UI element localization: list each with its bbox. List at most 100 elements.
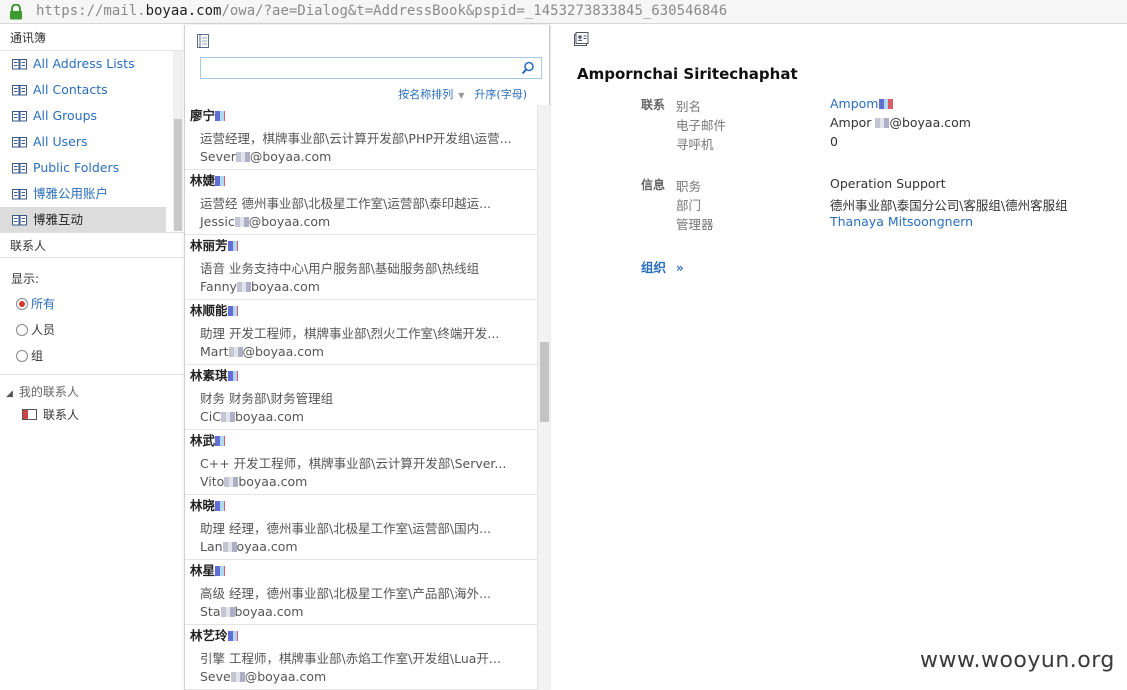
contacts-folder-item[interactable]: 联系人 <box>0 400 184 423</box>
organization-toggle[interactable]: 组织 » <box>641 257 684 276</box>
search-icon[interactable] <box>521 61 535 75</box>
url-prefix: https://mail. <box>36 3 146 19</box>
filter-radio[interactable]: 组 <box>0 343 184 369</box>
address-list-label: All Users <box>33 134 88 149</box>
manager-label: 管理器 <box>676 217 714 232</box>
contact-list-name: 林艺玲 <box>190 625 238 644</box>
contact-list-item[interactable]: 林晓助理 经理，德州事业部\北极星工作室\运营部\国内... Lan oyaa.co… <box>185 495 537 560</box>
sort-bar: 按名称排列 ▼ 升序(字母) <box>398 86 527 102</box>
alias-value[interactable]: Ampom <box>830 96 893 111</box>
my-contacts-group-label: 我的联系人 <box>18 385 79 399</box>
address-book-icon[interactable] <box>196 33 210 49</box>
contact-list: 廖宁 运营经理，棋牌事业部\云计算开发部\PHP开发组\运营... Sever @bo… <box>185 105 537 690</box>
browser-address-bar[interactable]: https://mail.boyaa.com/owa/?ae=Dialog&t=… <box>0 0 1127 24</box>
filter-label: 所有 <box>31 297 56 311</box>
address-list-label: All Contacts <box>33 82 108 97</box>
address-list-label: 博雅互动 <box>33 212 84 227</box>
filter-radio[interactable]: 所有 <box>0 291 184 317</box>
address-book-icon <box>12 111 27 122</box>
pager-label: 寻呼机 <box>676 137 714 152</box>
contact-list-item[interactable]: 林星 高级 经理，德州事业部\北极星工作室\产品部\海外... Sta boyaa.c… <box>185 560 537 625</box>
contact-name: Ampornchai Siritechaphat <box>577 65 798 83</box>
contact-list-email: Mart @boyaa.com <box>200 344 324 359</box>
contact-list-description: 运营经 德州事业部\北极星工作室\运营部\泰印越运... <box>200 196 492 211</box>
sidebar-scroll-thumb[interactable] <box>174 119 182 231</box>
address-list-item[interactable]: All Address Lists <box>0 51 172 77</box>
contact-list-description: 高级 经理，德州事业部\北极星工作室\产品部\海外... <box>200 586 492 601</box>
contact-list-description: C++ 开发工程师，棋牌事业部\云计算开发部\Server... <box>200 456 507 471</box>
sort-order-button[interactable]: 升序(字母) <box>474 88 527 101</box>
address-list-item[interactable]: 博雅公用账户 <box>0 181 172 207</box>
address-list-item[interactable]: 博雅互动 <box>0 207 166 233</box>
url-text[interactable]: https://mail.boyaa.com/owa/?ae=Dialog&t=… <box>36 3 727 19</box>
contact-list-item[interactable]: 林丽芳 语音 业务支持中心\用户服务部\基础服务部\热线组 Fanny boyaa.c… <box>185 235 537 300</box>
contact-list-item[interactable]: 林素琪 财务 财务部\财务管理组 CiC boyaa.com <box>185 365 537 430</box>
department-value: 德州事业部\泰国分公司\客服组\德州客服组 <box>830 198 1068 213</box>
contact-list-name: 林武 <box>190 430 226 449</box>
contact-list-email: Fanny boyaa.com <box>200 279 320 294</box>
contact-list-email: Lan oyaa.com <box>200 539 298 554</box>
contacts-section: 联系人 显示: 所有 人员组 <box>0 232 184 369</box>
manager-link[interactable]: Thanaya Mitsoongnern <box>830 214 973 229</box>
address-book-icon <box>12 137 27 148</box>
contact-details-pane: Ampornchai Siritechaphat 联系 别名 Ampom 电子邮… <box>551 25 1127 690</box>
address-book-icon <box>12 189 27 200</box>
contact-list-email: Vito boyaa.com <box>200 474 308 489</box>
search-box[interactable] <box>200 57 542 79</box>
info-section-title: 信息 <box>641 178 666 192</box>
contact-card-icon <box>574 32 589 46</box>
address-list-label: Public Folders <box>33 160 120 175</box>
lock-icon <box>10 4 22 20</box>
contact-list-item[interactable]: 林婕 运营经 德州事业部\北极星工作室\运营部\泰印越运... Jessic @boy… <box>185 170 537 235</box>
address-list-item[interactable]: All Groups <box>0 103 172 129</box>
address-book-icon <box>12 163 27 174</box>
address-list-item[interactable]: All Contacts <box>0 77 172 103</box>
filter-radio[interactable]: 人员 <box>0 317 184 343</box>
sort-by-button[interactable]: 按名称排列 <box>398 88 453 101</box>
chevron-down-icon[interactable]: ▼ <box>458 91 464 100</box>
contact-list-pane: 按名称排列 ▼ 升序(字母) 廖宁 运营经理，棋牌事业部\云计算开发部\PHP开发组\… <box>184 25 550 690</box>
address-book-icon <box>12 215 27 226</box>
contact-list-name: 林晓 <box>190 495 226 514</box>
collapse-triangle-icon[interactable]: ◢ <box>6 389 13 399</box>
contact-list-item[interactable]: 林顺能 助理 开发工程师，棋牌事业部\烈火工作室\终端开发... Mart @boya… <box>185 300 537 365</box>
my-contacts-group[interactable]: ◢ 我的联系人 <box>0 383 184 400</box>
radio-button[interactable] <box>16 298 28 310</box>
contact-list-name: 林婕 <box>190 170 226 189</box>
alias-label: 别名 <box>676 99 702 114</box>
contact-list-scroll-thumb[interactable] <box>540 342 549 422</box>
double-chevron-down-icon[interactable]: » <box>676 261 684 275</box>
contact-list-email: Sever @boyaa.com <box>200 149 332 164</box>
contact-list-email: Sta boyaa.com <box>200 604 304 619</box>
contact-list-name: 林素琪 <box>190 365 238 384</box>
contact-list-scrollbar[interactable] <box>537 105 550 690</box>
filter-label: 人员 <box>31 323 56 337</box>
contact-card-icon <box>22 409 37 420</box>
search-input[interactable] <box>201 58 511 78</box>
contact-list-item[interactable]: 林武 C++ 开发工程师，棋牌事业部\云计算开发部\Server... Vito bo… <box>185 430 537 495</box>
address-book-sidebar: 通讯簿 All Address Lists All Contacts All Gro… <box>0 25 184 690</box>
contact-list-item[interactable]: 林艺玲 引擎 工程师，棋牌事业部\赤焰工作室\开发组\Lua开... Seve @bo… <box>185 625 537 690</box>
job-title-value: Operation Support <box>830 176 946 191</box>
organization-label: 组织 <box>641 260 667 275</box>
address-list-item[interactable]: Public Folders <box>0 155 172 181</box>
email-value[interactable]: Ampor @boyaa.com <box>830 115 971 130</box>
my-contacts-tree: ◢ 我的联系人 联系人 <box>0 374 184 423</box>
contact-list-description: 助理 开发工程师，棋牌事业部\烈火工作室\终端开发... <box>200 326 500 341</box>
address-book-icon <box>12 85 27 96</box>
contact-list-description: 助理 经理，德州事业部\北极星工作室\运营部\国内... <box>200 521 492 536</box>
contact-list-name: 廖宁 <box>190 105 226 124</box>
contact-list-email: Seve @boyaa.com <box>200 669 327 684</box>
address-list-label: All Address Lists <box>33 56 135 71</box>
url-rest: /owa/?ae=Dialog&t=AddressBook&pspid=_145… <box>221 3 728 19</box>
contact-list-item[interactable]: 廖宁 运营经理，棋牌事业部\云计算开发部\PHP开发组\运营... Sever @bo… <box>185 105 537 170</box>
radio-button[interactable] <box>16 350 28 362</box>
contact-section-title: 联系 <box>641 98 666 112</box>
sidebar-scrollbar[interactable] <box>173 51 183 231</box>
contact-list-email: CiC boyaa.com <box>200 409 304 424</box>
filter-radio-group: 所有人员组 <box>0 291 184 369</box>
address-list-nav: All Address Lists All Contacts All Groups A… <box>0 51 172 233</box>
show-label: 显示: <box>11 272 40 286</box>
address-list-item[interactable]: All Users <box>0 129 172 155</box>
radio-button[interactable] <box>16 324 28 336</box>
